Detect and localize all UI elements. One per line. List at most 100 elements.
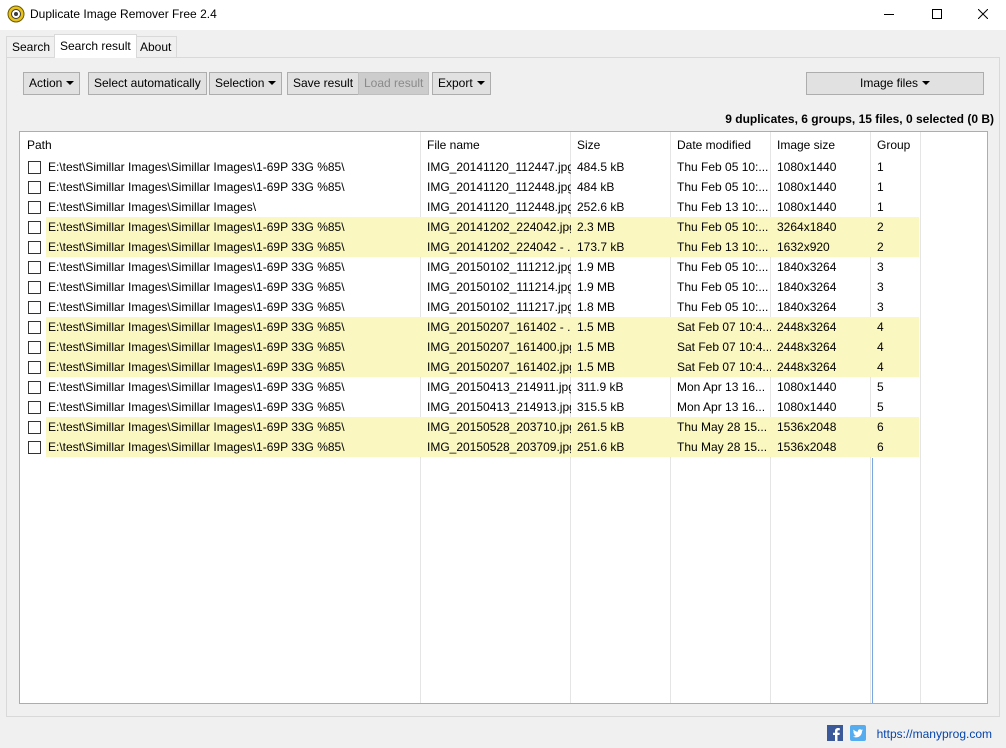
table-row[interactable]: E:\test\Simillar Images\Simillar Images\… <box>20 197 920 217</box>
cell-path: E:\test\Simillar Images\Simillar Images\… <box>48 340 345 354</box>
cell-path: E:\test\Simillar Images\Simillar Images\… <box>48 280 345 294</box>
column-header-group[interactable]: Group <box>877 138 910 152</box>
select-automatically-button[interactable]: Select automatically <box>88 72 207 95</box>
row-checkbox[interactable] <box>28 301 41 314</box>
cell-date: Thu Feb 05 10:... <box>677 160 769 174</box>
results-grid[interactable]: Path File name Size Date modified Image … <box>19 131 988 704</box>
row-checkbox[interactable] <box>28 381 41 394</box>
row-checkbox[interactable] <box>28 161 41 174</box>
table-row[interactable]: E:\test\Simillar Images\Simillar Images\… <box>20 277 920 297</box>
facebook-icon[interactable] <box>827 725 843 741</box>
cell-size: 1.5 MB <box>577 320 616 334</box>
table-row[interactable]: E:\test\Simillar Images\Simillar Images\… <box>20 377 920 397</box>
cell-size: 1.9 MB <box>577 260 616 274</box>
export-dropdown-button[interactable]: Export <box>432 72 491 95</box>
cell-date: Thu Feb 05 10:... <box>677 180 769 194</box>
table-row[interactable]: E:\test\Simillar Images\Simillar Images\… <box>20 177 920 197</box>
table-row[interactable]: E:\test\Simillar Images\Simillar Images\… <box>20 297 920 317</box>
cell-size: 1.5 MB <box>577 340 616 354</box>
table-row[interactable]: E:\test\Simillar Images\Simillar Images\… <box>20 417 920 437</box>
cell-date: Sat Feb 07 10:4... <box>677 340 771 354</box>
cell-path: E:\test\Simillar Images\Simillar Images\… <box>48 380 345 394</box>
cell-dim: 2448x3264 <box>777 340 837 354</box>
tab-search-result[interactable]: Search result <box>54 34 137 58</box>
cell-dim: 2448x3264 <box>777 320 837 334</box>
twitter-icon[interactable] <box>850 725 866 741</box>
cell-path: E:\test\Simillar Images\Simillar Images\… <box>48 440 345 454</box>
app-logo-icon <box>7 5 25 23</box>
row-checkbox[interactable] <box>28 201 41 214</box>
cell-date: Mon Apr 13 16... <box>677 380 766 394</box>
row-checkbox[interactable] <box>28 441 41 454</box>
column-focus-indicator <box>872 458 873 703</box>
row-checkbox[interactable] <box>28 281 41 294</box>
cell-dim: 1840x3264 <box>777 260 837 274</box>
row-checkbox[interactable] <box>28 241 41 254</box>
maximize-button[interactable] <box>914 0 960 28</box>
table-row[interactable]: E:\test\Simillar Images\Simillar Images\… <box>20 237 920 257</box>
close-icon <box>978 9 988 19</box>
export-label: Export <box>438 76 473 90</box>
column-header-file-name[interactable]: File name <box>427 138 480 152</box>
cell-file: IMG_20150528_203710.jpg <box>427 420 571 434</box>
close-window-button[interactable] <box>960 0 1006 28</box>
row-checkbox[interactable] <box>28 261 41 274</box>
cell-file: IMG_20150528_203709.jpg <box>427 440 571 454</box>
table-row[interactable]: E:\test\Simillar Images\Simillar Images\… <box>20 257 920 277</box>
cell-group: 4 <box>877 320 884 334</box>
cell-path: E:\test\Simillar Images\Simillar Images\… <box>48 320 345 334</box>
cell-date: Thu Feb 05 10:... <box>677 280 769 294</box>
row-checkbox[interactable] <box>28 181 41 194</box>
row-checkbox[interactable] <box>28 361 41 374</box>
row-checkbox[interactable] <box>28 341 41 354</box>
cell-dim: 3264x1840 <box>777 220 837 234</box>
cell-file: IMG_20150102_111214.jpg <box>427 280 571 294</box>
column-header-date-modified[interactable]: Date modified <box>677 138 751 152</box>
table-row[interactable]: E:\test\Simillar Images\Simillar Images\… <box>20 317 920 337</box>
minimize-icon <box>884 14 894 15</box>
cell-date: Thu May 28 15... <box>677 440 768 454</box>
cell-group: 1 <box>877 160 884 174</box>
cell-dim: 1840x3264 <box>777 300 837 314</box>
selection-dropdown-button[interactable]: Selection <box>209 72 283 95</box>
minimize-button[interactable] <box>866 0 912 28</box>
manyprog-link[interactable]: https://manyprog.com <box>877 727 992 741</box>
cell-dim: 1080x1440 <box>777 200 837 214</box>
cell-date: Thu Feb 05 10:... <box>677 260 769 274</box>
cell-group: 6 <box>877 420 884 434</box>
load-result-button[interactable]: Load result <box>358 72 430 95</box>
image-files-filter-button[interactable]: Image files <box>806 72 984 95</box>
cell-size: 311.9 kB <box>577 380 624 394</box>
tab-search[interactable]: Search <box>6 36 57 58</box>
tab-about[interactable]: About <box>134 36 178 58</box>
cell-size: 1.8 MB <box>577 300 616 314</box>
table-row[interactable]: E:\test\Simillar Images\Simillar Images\… <box>20 157 920 177</box>
column-header-image-size[interactable]: Image size <box>777 138 835 152</box>
column-header-path[interactable]: Path <box>27 138 52 152</box>
cell-path: E:\test\Simillar Images\Simillar Images\… <box>48 260 345 274</box>
cell-size: 251.6 kB <box>577 440 625 454</box>
action-label: Action <box>29 76 63 90</box>
table-row[interactable]: E:\test\Simillar Images\Simillar Images\… <box>20 337 920 357</box>
cell-dim: 1080x1440 <box>777 380 837 394</box>
row-checkbox[interactable] <box>28 221 41 234</box>
table-row[interactable]: E:\test\Simillar Images\Simillar Images\… <box>20 357 920 377</box>
save-result-button[interactable]: Save result <box>287 72 360 95</box>
cell-dim: 1080x1440 <box>777 160 837 174</box>
row-checkbox[interactable] <box>28 401 41 414</box>
cell-size: 1.9 MB <box>577 280 616 294</box>
table-row[interactable]: E:\test\Simillar Images\Simillar Images\… <box>20 217 920 237</box>
cell-date: Thu Feb 05 10:... <box>677 300 769 314</box>
cell-file: IMG_20150207_161400.jpg <box>427 340 571 354</box>
action-dropdown-button[interactable]: Action <box>23 72 81 95</box>
table-row[interactable]: E:\test\Simillar Images\Simillar Images\… <box>20 437 920 457</box>
row-checkbox[interactable] <box>28 421 41 434</box>
cell-file: IMG_20141120_112448.jpg <box>427 200 571 214</box>
cell-date: Mon Apr 13 16... <box>677 400 766 414</box>
cell-path: E:\test\Simillar Images\Simillar Images\… <box>48 220 345 234</box>
cell-group: 4 <box>877 360 884 374</box>
row-checkbox[interactable] <box>28 321 41 334</box>
table-row[interactable]: E:\test\Simillar Images\Simillar Images\… <box>20 397 920 417</box>
cell-path: E:\test\Simillar Images\Simillar Images\… <box>48 400 345 414</box>
column-header-size[interactable]: Size <box>577 138 600 152</box>
